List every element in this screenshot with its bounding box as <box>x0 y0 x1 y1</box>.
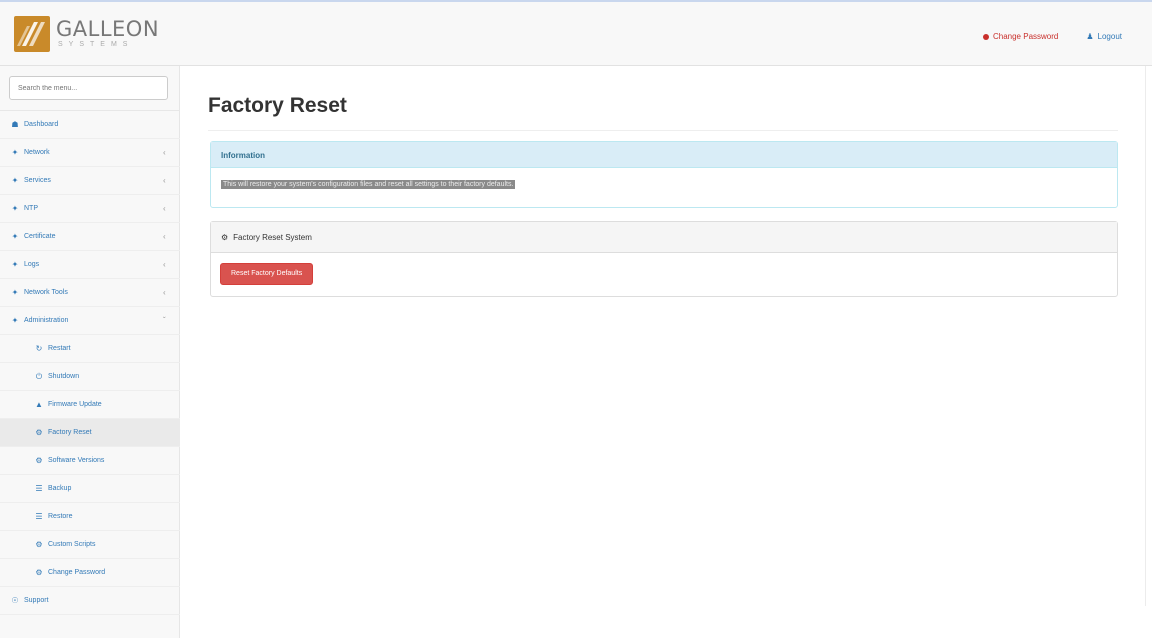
chevron-left-icon: ‹ <box>163 288 166 297</box>
logout-link[interactable]: ♟ Logout <box>1086 32 1122 41</box>
factory-reset-panel: ⚙ Factory Reset System Reset Factory Def… <box>210 221 1118 297</box>
sidebar-subitem-backup[interactable]: ☰ Backup <box>0 475 180 503</box>
wrench-icon: ✦ <box>11 260 19 269</box>
factory-reset-heading-label: Factory Reset System <box>233 232 312 242</box>
chevron-left-icon: ‹ <box>163 176 166 185</box>
upload-icon: ▲ <box>35 400 43 409</box>
wrench-icon: ✦ <box>11 148 19 157</box>
sidebar-item-certificate[interactable]: ✦ Certificate ‹ <box>0 223 180 251</box>
sidebar-subitem-change-password[interactable]: ⚙ Change Password <box>0 559 180 587</box>
power-icon: ⏻ <box>35 371 43 381</box>
brand-subtitle: SYSTEMS <box>58 41 134 48</box>
sidebar-subitem-restore[interactable]: ☰ Restore <box>0 503 180 531</box>
brand-name: GALLEON <box>56 17 160 41</box>
record-icon <box>982 33 989 40</box>
chevron-left-icon: ‹ <box>163 260 166 269</box>
sidebar-subitem-custom-scripts[interactable]: ⚙ Custom Scripts <box>0 531 180 559</box>
chevron-left-icon: ‹ <box>163 148 166 157</box>
brand-logo[interactable]: GALLEON SYSTEMS <box>14 16 159 52</box>
wrench-icon: ✦ <box>11 232 19 241</box>
chevron-left-icon: ‹ <box>163 204 166 213</box>
sidebar-subitem-factory-reset[interactable]: ⚙ Factory Reset <box>0 419 180 447</box>
sidebar-item-label: Logs <box>24 261 40 268</box>
sidebar-item-label: Administration <box>24 317 69 324</box>
gear-icon: ⚙ <box>35 568 43 577</box>
factory-reset-panel-heading: ⚙ Factory Reset System <box>211 222 1117 253</box>
sidebar-item-label: NTP <box>24 205 38 212</box>
wrench-icon: ✦ <box>11 316 19 325</box>
page-title: Factory Reset <box>208 94 347 117</box>
logout-label: Logout <box>1097 32 1122 41</box>
main-content: Factory Reset Information This will rest… <box>180 66 1152 638</box>
sidebar-item-label: Dashboard <box>24 121 59 128</box>
gear-icon: ⚙ <box>35 540 43 549</box>
sidebar-item-network-tools[interactable]: ✦ Network Tools ‹ <box>0 279 180 307</box>
galleon-logo-mark <box>14 16 50 52</box>
change-password-label: Change Password <box>992 32 1059 41</box>
sidebar-item-label: Network Tools <box>24 289 68 296</box>
wrench-icon: ✦ <box>11 176 19 185</box>
scrollbar-edge <box>1145 66 1146 606</box>
sidebar-item-logs[interactable]: ✦ Logs ‹ <box>0 251 180 279</box>
sidebar-subitem-label: Custom Scripts <box>48 541 96 548</box>
sidebar-subitem-restart[interactable]: ↻ Restart <box>0 335 180 363</box>
change-password-link[interactable]: Change Password <box>982 32 1059 41</box>
menu-search-input[interactable] <box>9 76 168 100</box>
database-icon: ☰ <box>35 512 43 521</box>
sidebar-subitem-label: Software Versions <box>48 457 105 464</box>
sidebar-item-support[interactable]: ☉ Support <box>0 587 180 615</box>
chevron-down-icon: ˇ <box>163 316 166 325</box>
sidebar-subitem-label: Factory Reset <box>48 429 92 436</box>
gear-icon: ⚙ <box>221 232 229 242</box>
refresh-icon: ↻ <box>35 344 43 353</box>
sidebar-subitem-label: Backup <box>48 485 72 492</box>
title-divider <box>208 130 1118 131</box>
sidebar-subitem-label: Restore <box>48 513 73 520</box>
information-panel: Information This will restore your syste… <box>210 141 1118 208</box>
sidebar-item-label: Services <box>24 177 51 184</box>
sidebar-subitem-label: Firmware Update <box>48 401 102 408</box>
sidebar-item-label: Network <box>24 149 50 156</box>
sidebar-subitem-label: Restart <box>48 345 71 352</box>
user-icon: ♟ <box>1086 32 1094 41</box>
top-navbar: GALLEON SYSTEMS Change Password ♟ Logout <box>0 0 1152 66</box>
reset-factory-defaults-button[interactable]: Reset Factory Defaults <box>220 263 314 285</box>
information-text: This will restore your system's configur… <box>221 180 516 189</box>
sidebar-item-ntp[interactable]: ✦ NTP ‹ <box>0 195 180 223</box>
sidebar-item-administration[interactable]: ✦ Administration ˇ <box>0 307 180 335</box>
gear-icon: ⚙ <box>35 428 43 437</box>
sidebar-item-dashboard[interactable]: ☗ Dashboard <box>0 111 180 139</box>
wrench-icon: ✦ <box>11 204 19 213</box>
database-icon: ☰ <box>35 484 43 493</box>
sidebar: ☗ Dashboard ✦ Network ‹ ✦ Services ‹ ✦ N… <box>0 66 180 638</box>
sidebar-subitem-label: Change Password <box>48 569 106 576</box>
sidebar-subitem-label: Shutdown <box>48 373 80 380</box>
sidebar-subitem-shutdown[interactable]: ⏻ Shutdown <box>0 363 180 391</box>
dashboard-icon: ☗ <box>11 120 19 129</box>
sidebar-item-label: Support <box>24 597 49 604</box>
sidebar-nav: ☗ Dashboard ✦ Network ‹ ✦ Services ‹ ✦ N… <box>0 111 180 615</box>
support-icon: ☉ <box>11 596 19 605</box>
sidebar-item-services[interactable]: ✦ Services ‹ <box>0 167 180 195</box>
chevron-left-icon: ‹ <box>163 232 166 241</box>
wrench-icon: ✦ <box>11 288 19 297</box>
sidebar-subitem-firmware-update[interactable]: ▲ Firmware Update <box>0 391 180 419</box>
sidebar-subitem-software-versions[interactable]: ⚙ Software Versions <box>0 447 180 475</box>
sidebar-item-network[interactable]: ✦ Network ‹ <box>0 139 180 167</box>
information-panel-heading: Information <box>211 142 1117 168</box>
gear-icon: ⚙ <box>35 456 43 465</box>
sidebar-item-label: Certificate <box>24 233 56 240</box>
